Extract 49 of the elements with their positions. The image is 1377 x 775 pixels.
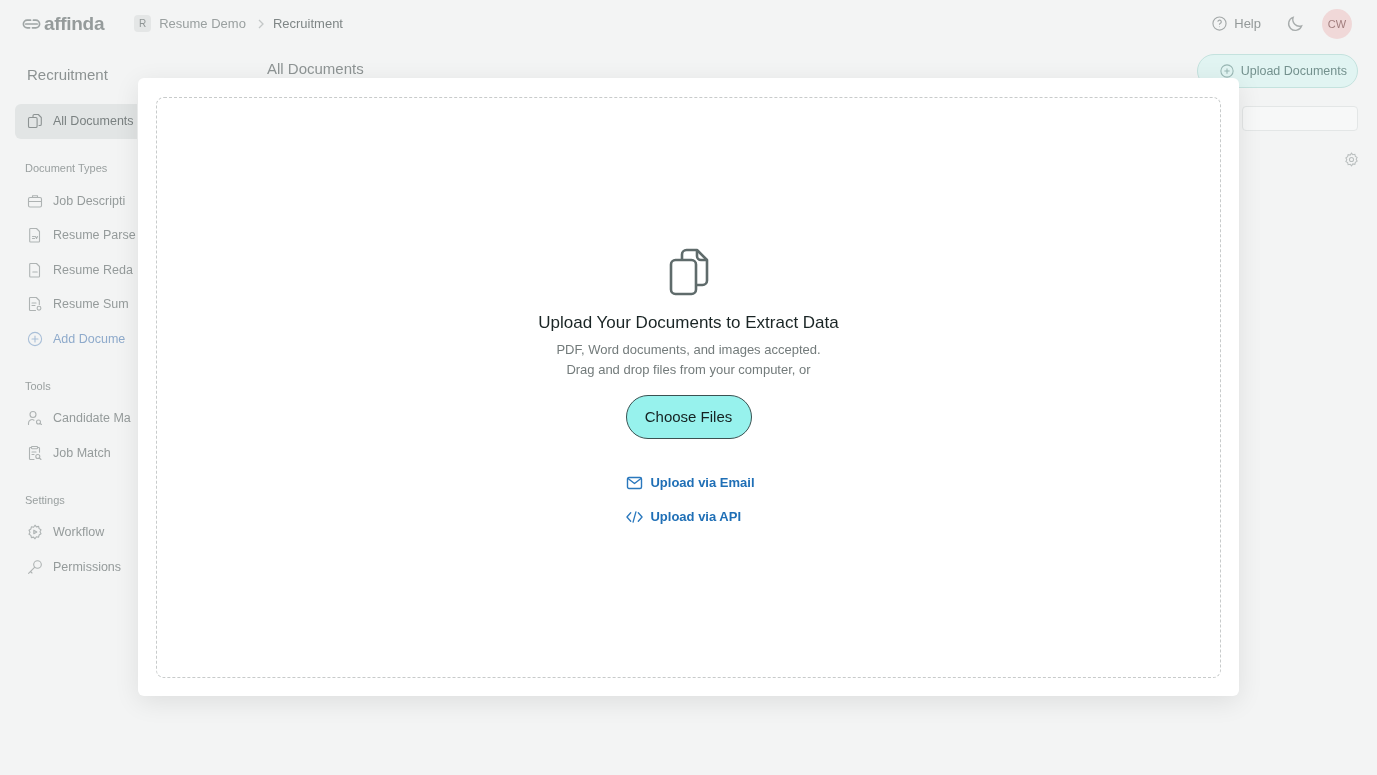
sidebar-title: Recruitment (26, 66, 109, 84)
logo-icon (22, 17, 41, 30)
sidebar-item[interactable]: Resume Parse (15, 218, 137, 253)
help-icon (1212, 16, 1228, 31)
documents-icon (668, 247, 709, 296)
sidebar-item[interactable]: Resume Reda (15, 252, 137, 287)
moon-icon[interactable] (1287, 15, 1304, 32)
sidebar-item[interactable]: Workflow (15, 515, 137, 550)
settings-icon[interactable] (1344, 152, 1359, 167)
upload-email-link[interactable]: Upload via Email (650, 475, 755, 490)
section-heading: Document Types (24, 162, 109, 175)
code-icon (626, 509, 644, 524)
document-minus-icon (27, 261, 43, 278)
chevron-right-icon (257, 18, 264, 29)
section-heading: Settings (24, 493, 66, 507)
dialog-description: Drag and drop files from your computer, or (566, 360, 811, 379)
sidebar-item[interactable]: Job Descripti (15, 183, 137, 218)
gear-icon (27, 524, 43, 541)
sidebar-item[interactable]: Job Match (15, 435, 137, 470)
dialog-title: Upload Your Documents to Extract Data (538, 312, 839, 333)
dialog-description: PDF, Word documents, and images accepted. (556, 340, 821, 359)
drop-zone[interactable]: Upload Your Documents to Extract Data PDF, Word documents, and images accepted. Drag and drop files from your computer, or Choose Files Upload via Email Upload via API (156, 97, 1221, 678)
briefcase-icon (27, 192, 43, 209)
section-heading: Tools (24, 379, 52, 393)
clipboard-search-icon (27, 444, 43, 461)
workspace-badge: R (134, 15, 152, 32)
upload-documents-button[interactable]: Upload Documents (1196, 54, 1358, 88)
key-icon (27, 558, 43, 575)
documents-icon (27, 113, 43, 130)
document-icon (27, 227, 43, 244)
plus-circle-icon (1219, 64, 1234, 78)
document-gear-icon (27, 296, 43, 313)
help-link[interactable]: Help (1234, 16, 1261, 31)
upload-api-link[interactable]: Upload via API (650, 509, 741, 524)
choose-files-button[interactable]: Choose Files (625, 394, 752, 439)
sidebar-item[interactable]: Candidate Ma (15, 401, 137, 436)
page-title: All Documents (267, 61, 364, 77)
sidebar-item[interactable]: All Documents (15, 104, 137, 139)
add-document-link[interactable]: Add Docume (15, 321, 137, 356)
sidebar-item[interactable]: Permissions (15, 549, 137, 584)
logo-text: affinda (44, 12, 105, 35)
sidebar-item[interactable]: Resume Sum (15, 287, 137, 322)
user-avatar[interactable]: CW (1322, 8, 1352, 39)
breadcrumb-link[interactable]: Resume Demo (159, 16, 246, 31)
search-field[interactable] (1242, 106, 1358, 131)
mail-icon (626, 475, 644, 490)
plus-circle-icon (27, 330, 43, 347)
person-search-icon (27, 410, 43, 427)
breadcrumb-link[interactable]: Recruitment (272, 16, 343, 31)
